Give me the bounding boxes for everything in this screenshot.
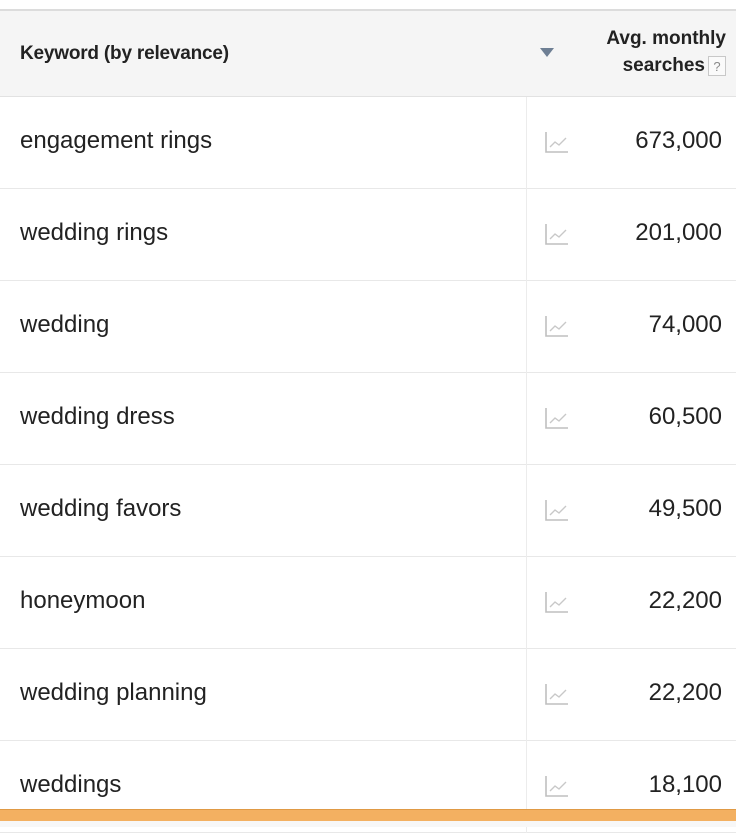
keyword-cell[interactable]: wedding rings (20, 219, 168, 247)
help-question-icon[interactable]: ? (708, 55, 726, 76)
keyword-cell[interactable]: wedding (20, 311, 109, 339)
column-divider (526, 97, 527, 189)
column-divider (526, 649, 527, 741)
column-divider (526, 465, 527, 557)
avg-searches-cell: 22,200 (648, 587, 722, 614)
table-row[interactable]: wedding rings 201,000 (0, 189, 736, 281)
avg-searches-cell: 201,000 (635, 219, 722, 246)
keyword-column-header[interactable]: Keyword (by relevance) (20, 43, 229, 65)
avg-searches-cell: 22,200 (648, 679, 722, 706)
table-row[interactable]: wedding planning 22,200 (0, 649, 736, 741)
avg-searches-cell: 673,000 (635, 127, 722, 154)
keyword-cell[interactable]: wedding favors (20, 495, 181, 523)
trend-chart-icon[interactable] (543, 406, 571, 432)
keyword-cell[interactable]: wedding dress (20, 403, 175, 431)
trend-chart-icon[interactable] (543, 314, 571, 340)
keyword-cell[interactable]: engagement rings (20, 127, 212, 155)
table-row[interactable]: wedding 74,000 (0, 281, 736, 373)
trend-chart-icon[interactable] (543, 590, 571, 616)
keyword-table: Keyword (by relevance) Avg. monthly sear… (0, 0, 736, 833)
column-divider (526, 557, 527, 649)
trend-chart-icon[interactable] (543, 498, 571, 524)
avg-searches-cell: 74,000 (648, 311, 722, 338)
footer-strip (0, 821, 736, 827)
searches-label-line: searches? (606, 52, 726, 79)
keyword-cell[interactable]: wedding planning (20, 679, 207, 707)
column-divider (526, 189, 527, 281)
searches-label: searches (622, 55, 705, 76)
trend-chart-icon[interactable] (543, 774, 571, 800)
trend-chart-icon[interactable] (543, 222, 571, 248)
avg-monthly-searches-header[interactable]: Avg. monthly searches? (606, 25, 726, 79)
table-row[interactable]: wedding favors 49,500 (0, 465, 736, 557)
table-row[interactable]: honeymoon 22,200 (0, 557, 736, 649)
avg-searches-cell: 60,500 (648, 403, 722, 430)
avg-searches-cell: 18,100 (648, 771, 722, 798)
column-divider (526, 281, 527, 373)
footer-accent-bar (0, 809, 736, 821)
column-divider (526, 373, 527, 465)
avg-monthly-label: Avg. monthly (606, 28, 726, 49)
table-row[interactable]: wedding dress 60,500 (0, 373, 736, 465)
keyword-cell[interactable]: weddings (20, 771, 121, 799)
table-row[interactable]: engagement rings 673,000 (0, 97, 736, 189)
trend-chart-icon[interactable] (543, 682, 571, 708)
sort-down-icon[interactable] (540, 48, 554, 57)
trend-chart-icon[interactable] (543, 130, 571, 156)
keyword-cell[interactable]: honeymoon (20, 587, 145, 615)
table-body: engagement rings 673,000 wedding rings 2… (0, 97, 736, 833)
avg-searches-cell: 49,500 (648, 495, 722, 522)
table-header: Keyword (by relevance) Avg. monthly sear… (0, 11, 736, 97)
